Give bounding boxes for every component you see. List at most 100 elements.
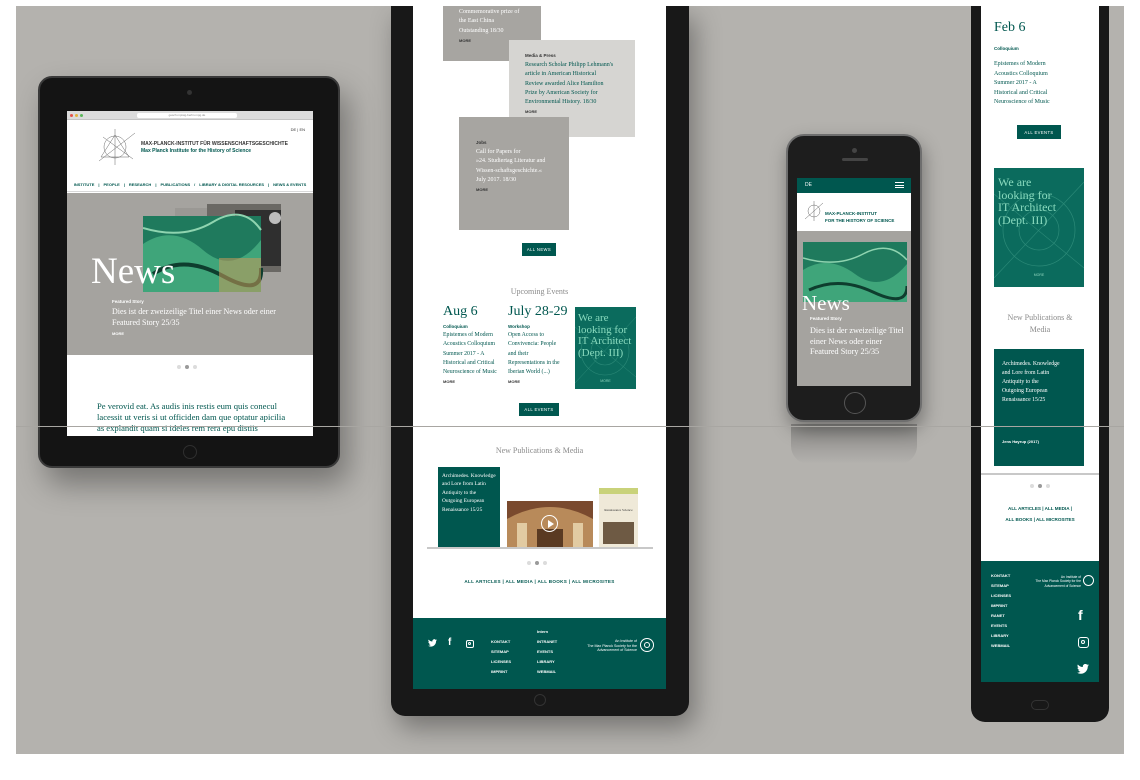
all-events-button[interactable]: ALL EVENTS [1017,125,1061,139]
language-switch[interactable]: DE [805,182,812,188]
archive-links-row[interactable]: ALL ARTICLES | ALL MEDIA | [981,503,1099,514]
event-text-line: Epistemes of Modern [443,332,493,338]
promo-text-line: We are [998,175,1032,189]
tablet-home-button [183,445,197,459]
play-icon[interactable] [541,515,558,532]
carousel-dot[interactable] [177,365,181,369]
archive-links[interactable]: ALL ARTICLES | ALL MEDIA | ALL BOOKS | A… [413,579,666,584]
address-bar[interactable]: gesch.mpiwg-berlin.mpg.de [137,113,237,118]
menu-icon[interactable] [895,182,904,188]
video-thumbnail[interactable] [507,501,593,547]
right-phone-device: Feb 6 Colloquium Epistemes of Modern Acou… [971,6,1109,722]
institute-logo-icon[interactable] [95,127,141,167]
footer-link[interactable]: LICENSES [991,591,1011,601]
nav-item[interactable]: NEWS & EVENTS [273,182,306,191]
small-phone-home-button [844,392,866,414]
minimize-window-icon[interactable] [75,114,78,117]
card-text-line: Commemorative prize of [459,9,520,15]
featured-story-link[interactable]: Dies ist der zweizeilige Titel einer New… [810,326,906,358]
event-item[interactable]: Aug 6 Colloquium Epistemes of Modern Acou… [443,304,505,384]
footer-link[interactable]: LIBRARY [537,657,557,667]
facebook-icon[interactable]: f [448,637,451,648]
carousel-dot[interactable] [1046,484,1050,488]
all-events-button[interactable]: ALL EVENTS [519,403,559,416]
footer-link[interactable]: KONTAKT [991,571,1011,581]
twitter-icon[interactable] [428,639,437,649]
all-news-button[interactable]: ALL NEWS [522,243,556,256]
mpg-logo-icon[interactable] [1083,575,1094,586]
institute-logo-icon[interactable] [804,200,824,222]
right-phone-screen: Feb 6 Colloquium Epistemes of Modern Acou… [981,6,1099,682]
mpg-logo-icon[interactable] [640,638,654,652]
job-promo-tile[interactable]: We are looking for IT Architect (Dept. III)… [575,307,636,389]
small-phone-device: DE MAX-PLANCK-INSTITUT FOR THE HISTORY O… [786,134,922,422]
instagram-icon[interactable] [466,640,474,648]
facebook-icon[interactable]: f [1078,607,1083,623]
event-more-link[interactable]: MORE [508,379,572,384]
event-text-line: Epistemes of Modern [994,61,1046,67]
footer-intern-title: Intern [537,629,549,634]
event-text-line: Summer 2017 - A [994,80,1037,87]
language-switch[interactable]: DE | EN [291,127,305,132]
twitter-icon[interactable] [1077,661,1089,679]
event-text-line: Summer 2017 - A [443,350,485,357]
footer-link[interactable]: WEBMAIL [537,667,557,677]
event-text-line: Acoustics Colloquium [994,70,1048,77]
nav-separator: | [98,182,100,187]
featured-story-link[interactable]: Dies ist der zweizeilige Titel einer New… [112,307,277,329]
nav-item[interactable]: PEOPLE [104,182,120,191]
carousel-dot[interactable] [1030,484,1034,488]
news-card-more[interactable]: MORE [476,187,552,192]
publication-card[interactable]: Archimedes. Knowledge and Lore from Latin… [438,467,500,547]
featured-more-link[interactable]: MORE [112,331,124,336]
footer-link[interactable]: IMPRINT [991,601,1011,611]
carousel-dot-active[interactable] [1038,484,1042,488]
footer-link[interactable]: LIBRARY [991,631,1011,641]
featured-label: Featured Story [112,299,144,304]
card-text-line: Call for Papers for [476,149,521,155]
carousel-dot-active[interactable] [185,365,189,369]
footer-link[interactable]: IMPRINT [491,667,511,677]
card-text-line: »24. Studiertag Literatur and [476,158,546,165]
archive-links[interactable]: ALL ARTICLES | ALL MEDIA | ALL BOOKS | A… [981,503,1099,525]
footer-link[interactable]: EVENTS [991,621,1011,631]
promo-text: We are looking for IT Architect (Dept. III) [578,312,631,359]
publication-card[interactable]: Archimedes. Knowledge and Lore from Latin… [994,349,1084,466]
nav-item[interactable]: LIBRARY & DIGITAL RESOURCES [199,182,264,191]
nav-item[interactable]: RESEARCH [129,182,151,191]
carousel-dot[interactable] [193,365,197,369]
event-description[interactable]: Epistemes of Modern Acoustics Colloquium S… [994,60,1090,108]
news-card-jobs[interactable]: Jobs Call for Papers for »24. Studiertag … [459,117,569,230]
maximize-window-icon[interactable] [80,114,83,117]
book-cover[interactable]: Renaissance Science [599,488,638,547]
carousel-dot-active[interactable] [535,561,539,565]
event-item[interactable]: July 28-29 Workshop Open Access to Conviv… [508,304,572,384]
center-phone-home-button [534,694,546,706]
footer-link[interactable]: RANET [991,611,1011,621]
job-promo-tile[interactable]: We are looking for IT Architect (Dept. III)… [994,168,1084,287]
event-more-link[interactable]: MORE [443,379,505,384]
footer-link[interactable]: WEBMAIL [991,641,1011,651]
institute-name-de: MAX-PLANCK-INSTITUT [825,211,877,216]
footer-link[interactable]: EVENTS [537,647,557,657]
news-card-more[interactable]: MORE [525,109,619,114]
carousel-dot[interactable] [543,561,547,565]
nav-item[interactable]: INSTITUTE [74,182,95,191]
carousel-dot[interactable] [527,561,531,565]
nav-item[interactable]: PUBLICATIONS [160,182,190,191]
footer-link[interactable]: SITEMAP [991,581,1011,591]
card-text-line: Environmental History. 18/30 [525,99,597,106]
close-window-icon[interactable] [70,114,73,117]
footer: KONTAKT SITEMAP LICENSES IMPRINT RANET EVENTS… [981,561,1099,682]
promo-more-link[interactable]: MORE [994,273,1084,277]
footer-link[interactable]: INTRANET [537,637,557,647]
footer-link[interactable]: SITEMAP [491,647,511,657]
footer-link[interactable]: LICENSES [491,657,511,667]
footer-link[interactable]: KONTAKT [491,637,511,647]
card-text-line: July 2017. 18/30 [476,176,517,183]
promo-more-link[interactable]: MORE [575,379,636,383]
event-type: Colloquium [443,324,468,329]
instagram-icon[interactable] [1078,637,1089,648]
archive-links-row[interactable]: ALL BOOKS | ALL MICROSITES [981,514,1099,525]
footer: f KONTAKT SITEMAP LICENSES IMPRINT Intern I… [413,618,666,689]
